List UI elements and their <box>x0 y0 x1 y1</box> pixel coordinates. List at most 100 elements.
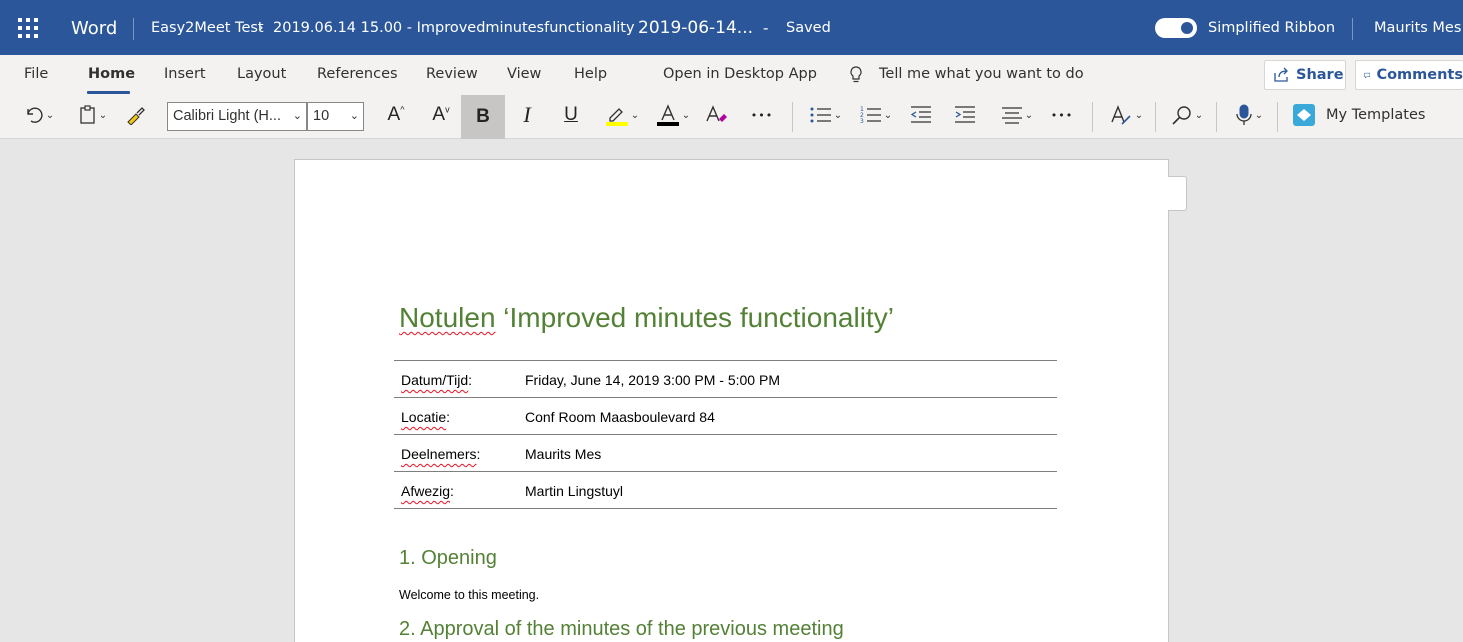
paragraph-welcome[interactable]: Welcome to this meeting. <box>399 588 539 602</box>
align-button[interactable]: ⌄ <box>997 99 1037 131</box>
font-color-button[interactable]: ⌄ <box>652 99 694 131</box>
chevron-down-icon: ⌄ <box>1194 109 1204 121</box>
styles-icon <box>1111 105 1131 125</box>
grow-font-icon: A^ <box>387 104 405 125</box>
highlighter-icon <box>605 108 628 126</box>
tab-view[interactable]: View <box>507 66 541 82</box>
dictate-button[interactable]: ⌄ <box>1228 99 1270 131</box>
toggle-knob <box>1181 22 1193 34</box>
row-value: Martin Lingstuyl <box>525 483 624 499</box>
breadcrumb-root[interactable]: Easy2Meet Test <box>151 0 264 55</box>
table-row[interactable]: Locatie: Conf Room Maasboulevard 84 <box>394 398 1057 435</box>
row-key: Datum/Tijd: <box>401 372 473 388</box>
table-row[interactable]: Datum/Tijd: Friday, June 14, 2019 3:00 P… <box>394 361 1057 398</box>
more-font-options[interactable]: ••• <box>748 99 776 131</box>
app-launcher-icon[interactable] <box>18 18 38 38</box>
share-label: Share <box>1296 67 1344 83</box>
highlight-button[interactable]: ⌄ <box>602 99 642 131</box>
tab-references[interactable]: References <box>317 66 398 82</box>
row-key: Afwezig: <box>401 483 454 499</box>
undo-icon <box>27 107 43 123</box>
italic-button[interactable]: I <box>514 99 540 131</box>
comment-icon <box>1364 72 1371 79</box>
tab-home[interactable]: Home <box>88 66 135 82</box>
chevron-down-icon: ⌄ <box>1134 109 1144 121</box>
title-word: Notulen <box>399 302 496 333</box>
tab-help[interactable]: Help <box>574 66 607 82</box>
row-key: Deelnemers: <box>401 446 481 462</box>
divider <box>1155 102 1156 132</box>
font-size-select[interactable]: 10 ⌄ <box>307 102 364 131</box>
bold-button[interactable]: B <box>461 95 505 139</box>
clear-formatting-button[interactable] <box>704 99 730 131</box>
styles-button[interactable]: ⌄ <box>1106 99 1146 131</box>
underline-button[interactable]: U <box>558 99 584 131</box>
numbering-button[interactable]: 1 2 3 ⌄ <box>856 99 896 131</box>
numbered-list-icon: 1 2 3 <box>860 106 881 125</box>
divider <box>133 18 134 40</box>
chevron-down-icon: ⌄ <box>292 110 302 122</box>
format-painter-button[interactable] <box>122 99 150 131</box>
document-title[interactable]: Notulen ‘Improved minutes functionality’ <box>399 302 894 334</box>
tab-file[interactable]: File <box>24 66 48 82</box>
title-separator: - <box>763 19 769 37</box>
chevron-down-icon: ⌄ <box>681 109 691 121</box>
row-value: Conf Room Maasboulevard 84 <box>525 409 715 425</box>
ribbon: File Home Insert Layout References Revie… <box>0 55 1463 139</box>
title-rest: ‘Improved minutes functionality’ <box>495 302 894 333</box>
simplified-ribbon-label: Simplified Ribbon <box>1208 20 1336 36</box>
font-color-icon <box>656 104 679 126</box>
comments-button[interactable]: Comments <box>1355 60 1463 90</box>
app-name[interactable]: Word <box>71 0 117 55</box>
my-templates-button[interactable] <box>1290 99 1318 131</box>
increase-indent-icon <box>955 106 975 123</box>
divider <box>1277 102 1278 132</box>
heading-approval[interactable]: 2. Approval of the minutes of the previo… <box>399 618 844 641</box>
table-row[interactable]: Deelnemers: Maurits Mes <box>394 435 1057 472</box>
grow-font-button[interactable]: A^ <box>383 99 409 131</box>
user-name[interactable]: Maurits Mes <box>1374 0 1461 55</box>
share-button[interactable]: Share <box>1264 60 1346 90</box>
open-in-desktop-app[interactable]: Open in Desktop App <box>663 66 817 82</box>
chevron-right-icon: › <box>258 20 264 36</box>
tab-insert[interactable]: Insert <box>164 66 206 82</box>
increase-indent-button[interactable] <box>952 99 978 131</box>
chevron-down-icon: ⌄ <box>45 109 55 121</box>
breadcrumb-doc[interactable]: 2019.06.14 15.00 - Improvedminutesfuncti… <box>273 0 635 55</box>
more-paragraph-options[interactable]: ••• <box>1048 99 1076 131</box>
find-button[interactable]: ⌄ <box>1167 99 1207 131</box>
tab-layout[interactable]: Layout <box>237 66 286 82</box>
bullets-button[interactable]: ⌄ <box>806 99 846 131</box>
chevron-down-icon: ⌄ <box>833 109 843 121</box>
my-templates-label[interactable]: My Templates <box>1326 107 1425 123</box>
table-row[interactable]: Afwezig: Martin Lingstuyl <box>394 472 1057 509</box>
font-size-value: 10 <box>313 108 330 124</box>
shrink-font-button[interactable]: Av <box>428 99 454 131</box>
active-tab-indicator <box>87 91 130 94</box>
chevron-down-icon: ⌄ <box>630 109 640 121</box>
row-value: Maurits Mes <box>525 446 602 462</box>
save-status: Saved <box>786 20 831 36</box>
divider <box>1216 102 1217 132</box>
undo-button[interactable]: ⌄ <box>18 99 60 131</box>
decrease-indent-button[interactable] <box>908 99 934 131</box>
clipboard-icon <box>80 105 95 124</box>
simplified-ribbon-toggle[interactable] <box>1155 18 1197 38</box>
font-name-value: Calibri Light (H... <box>173 108 281 124</box>
paste-button[interactable]: ⌄ <box>72 99 114 131</box>
row-value: Friday, June 14, 2019 3:00 PM - 5:00 PM <box>525 372 780 388</box>
bullet-list-icon <box>810 107 831 123</box>
title-bar: Word Easy2Meet Test › 2019.06.14 15.00 -… <box>0 0 1463 55</box>
divider <box>1092 102 1093 132</box>
document-name[interactable]: 2019-06-14... <box>638 0 753 55</box>
lightbulb-icon <box>850 66 862 83</box>
page-side-tab <box>1168 176 1187 211</box>
decrease-indent-icon <box>910 106 931 123</box>
chevron-down-icon: ⌄ <box>1024 109 1034 121</box>
format-painter-icon <box>127 107 145 125</box>
tab-review[interactable]: Review <box>426 66 478 82</box>
heading-opening[interactable]: 1. Opening <box>399 547 497 570</box>
tell-me-search[interactable]: Tell me what you want to do <box>879 66 1084 82</box>
divider <box>792 102 793 132</box>
font-name-select[interactable]: Calibri Light (H... ⌄ <box>167 102 307 131</box>
